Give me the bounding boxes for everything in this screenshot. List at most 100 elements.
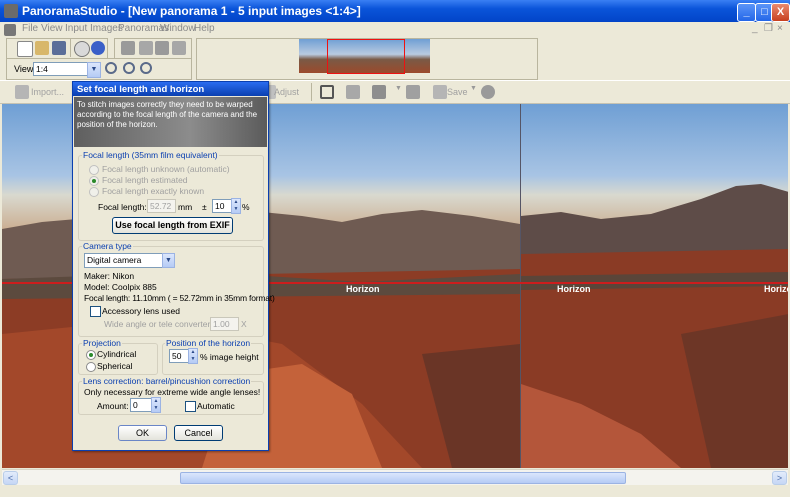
- dialog-title-bar[interactable]: Set focal length and horizon: [73, 82, 268, 96]
- save-button[interactable]: Save: [447, 87, 468, 97]
- converter-unit: X: [241, 319, 247, 329]
- image-tools-toolbar: [114, 38, 192, 59]
- chevron-down-icon[interactable]: ▼: [162, 253, 175, 268]
- document-title: - [New panorama 1 - 5 input images <1:4>…: [117, 4, 361, 18]
- tolerance-spinner[interactable]: ▲ ▼: [231, 198, 241, 214]
- dialog-title: Set focal length and horizon: [77, 84, 205, 95]
- stitch-icon[interactable]: [139, 41, 153, 55]
- focal-length-label: Focal length:: [98, 202, 147, 212]
- open-folder-icon[interactable]: [35, 41, 49, 55]
- mdi-close-button[interactable]: ×: [777, 23, 783, 34]
- new-file-icon[interactable]: [17, 41, 33, 57]
- chevron-down-icon[interactable]: ▼: [470, 85, 477, 92]
- adjust-button[interactable]: Adjust: [274, 87, 299, 97]
- camera-maker: Maker: Nikon: [84, 271, 135, 281]
- horizon-label: Horizo: [764, 284, 788, 294]
- camera-type-select[interactable]: Digital camera: [84, 253, 166, 268]
- publish-icon[interactable]: [481, 85, 495, 99]
- chevron-down-icon[interactable]: ▼: [395, 85, 402, 92]
- scroll-right-button[interactable]: >: [772, 471, 787, 485]
- focal-estimated-label: Focal length estimated: [102, 175, 188, 185]
- title-bar: PanoramaStudio - [New panorama 1 - 5 inp…: [0, 0, 790, 22]
- minimize-button[interactable]: _: [737, 3, 756, 22]
- mdi-minimize-button[interactable]: _: [752, 23, 758, 34]
- zoom-fit-icon[interactable]: [140, 62, 152, 74]
- view-toolbar: View: 1:4 ▼: [6, 58, 192, 80]
- import-icon[interactable]: [15, 85, 29, 99]
- horizon-label: Horizon: [557, 284, 591, 294]
- accessory-lens-label: Accessory lens used: [102, 306, 180, 316]
- horizon-position-spinner[interactable]: ▲ ▼: [188, 348, 198, 364]
- mdi-restore-button[interactable]: ❐: [764, 23, 773, 34]
- camera-type-group-label: Camera type: [82, 241, 133, 251]
- export-icon[interactable]: [346, 85, 360, 99]
- spherical-label: Spherical: [97, 361, 133, 371]
- save-icon[interactable]: [433, 85, 447, 99]
- scroll-left-button[interactable]: <: [3, 471, 18, 485]
- app-icon: [4, 4, 18, 18]
- images-icon[interactable]: [121, 41, 135, 55]
- amount-value: 0: [133, 400, 138, 410]
- cylindrical-label: Cylindrical: [97, 349, 137, 359]
- blend-icon[interactable]: [172, 41, 186, 55]
- automatic-checkbox[interactable]: [185, 401, 196, 412]
- chevron-down-icon[interactable]: ▼: [87, 62, 101, 78]
- amount-spinner[interactable]: ▲ ▼: [151, 397, 161, 413]
- focal-length-input[interactable]: 52.72: [147, 199, 176, 213]
- horizon-position-value: 50: [172, 351, 182, 361]
- toolbar-separator: [311, 83, 312, 101]
- lens-correction-group-label: Lens correction: barrel/pincushion corre…: [82, 376, 252, 386]
- tolerance-input[interactable]: 10: [212, 199, 232, 213]
- focal-estimated-radio[interactable]: [89, 176, 99, 186]
- cylindrical-radio[interactable]: [86, 350, 96, 360]
- crop-icon[interactable]: [320, 85, 334, 99]
- accessory-lens-checkbox[interactable]: [90, 306, 101, 317]
- spherical-radio[interactable]: [86, 362, 96, 372]
- tolerance-value: 10: [215, 201, 225, 211]
- dialog-description-banner: To stitch images correctly they need to …: [74, 97, 267, 147]
- focal-length-group-label: Focal length (35mm film equivalent): [82, 150, 219, 160]
- document-icon[interactable]: [4, 24, 16, 36]
- zoom-select[interactable]: 1:4: [33, 62, 95, 76]
- file-toolbar: [6, 38, 108, 59]
- align-icon[interactable]: [155, 41, 169, 55]
- horizon-position-group-label: Position of the horizon: [165, 338, 252, 348]
- zoom-out-icon[interactable]: [123, 62, 135, 74]
- ok-button[interactable]: OK: [118, 425, 167, 441]
- amount-input[interactable]: 0: [130, 398, 152, 412]
- horizon-position-input[interactable]: 50: [169, 349, 189, 363]
- converter-value: 1.00: [213, 319, 230, 329]
- menu-help[interactable]: Help: [194, 23, 215, 34]
- camera-type-value: Digital camera: [87, 255, 142, 265]
- menu-window[interactable]: Window: [160, 23, 196, 34]
- horizontal-scrollbar[interactable]: < >: [2, 469, 788, 485]
- save-disk-icon[interactable]: [52, 41, 66, 55]
- close-button[interactable]: X: [771, 3, 790, 22]
- import-button[interactable]: Import...: [31, 87, 64, 97]
- focal-known-radio[interactable]: [89, 187, 99, 197]
- focal-unknown-radio[interactable]: [89, 165, 99, 175]
- menu-input-images[interactable]: Input Images: [65, 23, 123, 34]
- menu-bar: File View Input Images Panoramas Window …: [0, 22, 790, 38]
- amount-label: Amount:: [97, 401, 129, 411]
- status-bar: [0, 485, 790, 497]
- cancel-button[interactable]: Cancel: [174, 425, 223, 441]
- focal-known-label: Focal length exactly known: [102, 186, 205, 196]
- help-icon[interactable]: [91, 41, 105, 55]
- zoom-in-icon[interactable]: [105, 62, 117, 74]
- print-icon[interactable]: [372, 85, 386, 99]
- scroll-thumb[interactable]: [180, 472, 626, 484]
- menu-file[interactable]: File: [22, 23, 38, 34]
- menu-view[interactable]: View: [41, 23, 63, 34]
- horizon-unit-label: % image height: [200, 352, 259, 362]
- toolbar-separator: [70, 39, 71, 57]
- focal-unit-label: mm: [178, 202, 193, 212]
- viewport-indicator[interactable]: [327, 39, 405, 74]
- focal-unknown-label: Focal length unknown (automatic): [102, 164, 230, 174]
- use-exif-button[interactable]: Use focal length from EXIF: [112, 217, 233, 234]
- edit-icon[interactable]: [406, 85, 420, 99]
- horizon-label: Horizon: [346, 284, 380, 294]
- converter-input[interactable]: 1.00: [210, 317, 239, 331]
- percent-label: %: [242, 202, 250, 212]
- info-icon[interactable]: [74, 41, 90, 57]
